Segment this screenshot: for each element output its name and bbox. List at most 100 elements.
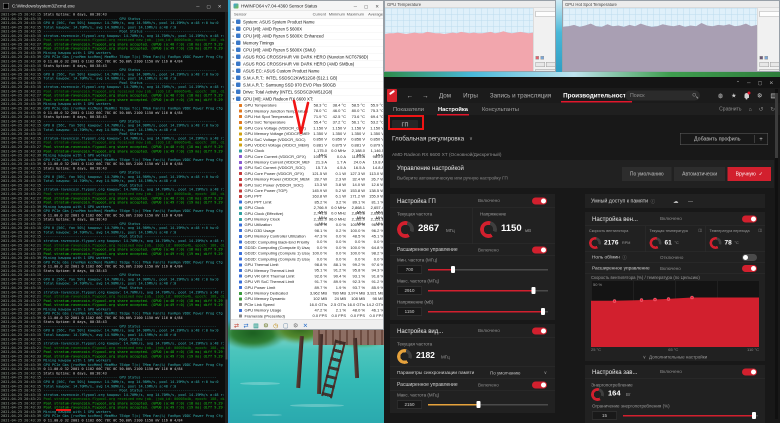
graph2-button-min[interactable] <box>760 62 770 67</box>
gpu-tuning-toggle[interactable] <box>532 197 547 204</box>
slider-thumb[interactable] <box>752 412 756 419</box>
slider-control[interactable] <box>428 287 548 295</box>
maximize-button[interactable]: ▢ <box>360 4 371 10</box>
subtab-tuning[interactable]: Настройка <box>431 104 475 115</box>
fan-curve-point[interactable] <box>653 298 657 302</box>
col-current[interactable]: Current <box>308 12 326 17</box>
col-minimum[interactable]: Minimum <box>327 12 345 17</box>
close-sensors-icon[interactable]: ✕ <box>303 322 308 328</box>
sensor-group-row[interactable]: ▾GPU [#0]: AMD Radeon RX 6600 XT: <box>231 96 384 103</box>
settings-gear-icon[interactable]: ⚙ <box>757 92 762 99</box>
slider-value-input[interactable]: 1150 <box>397 308 422 316</box>
graph2-titlebar[interactable]: GPU Hot Spot Temperature <box>563 1 780 8</box>
close-button[interactable]: ✕ <box>372 4 383 10</box>
fan-curve-point[interactable] <box>613 299 617 303</box>
scrollbar-thumb[interactable] <box>226 300 228 360</box>
report-icon[interactable]: ▢ <box>283 322 289 328</box>
tab-streaming[interactable]: Запись и трансляция <box>484 89 557 102</box>
slider-value-input[interactable]: 2910 <box>397 287 422 295</box>
maximize-button[interactable]: ▢ <box>754 81 766 87</box>
power-tuning-toggle[interactable] <box>742 368 757 375</box>
star-icon[interactable]: ★ <box>731 92 736 99</box>
grid-view-icon[interactable]: ▦ <box>253 322 259 328</box>
subtab-metrics[interactable]: Показатели <box>386 104 431 115</box>
tab-performance[interactable]: Производительность <box>557 89 636 102</box>
tuning-mode-option[interactable]: По умолчанию <box>622 167 672 181</box>
slider-value-input[interactable]: 2150 <box>397 401 422 409</box>
radeon-titlebar[interactable]: ⌃─▢✕ <box>384 77 780 88</box>
scrollbar-thumb[interactable] <box>775 93 778 158</box>
maximize-button[interactable]: ▢ <box>203 4 214 10</box>
sensor-group-row[interactable]: ▸CPU [#0]: AMD Ryzen 5 5600X (SMU) <box>231 47 384 54</box>
sensor-row[interactable]: Framerate (Presented)0.0 FPS0.0 FPS0.0 F… <box>231 313 384 319</box>
scope-dropdown[interactable]: Глобальная регулировка ∨ <box>392 135 473 142</box>
hwinfo-titlebar[interactable]: HWiNFO64 v7.04-4360 Sensor Status ─▢✕ <box>231 1 384 11</box>
slider-control[interactable] <box>428 308 548 316</box>
slider-thumb[interactable] <box>532 287 536 294</box>
close-button[interactable]: ✕ <box>214 4 225 10</box>
sync-blue-icon[interactable]: ⇄ <box>244 322 249 328</box>
notifications-bell-icon[interactable] <box>744 93 749 98</box>
sync-red-icon[interactable]: ⇄ <box>234 322 239 328</box>
legend-swatch[interactable] <box>765 56 769 60</box>
slider-value-input[interactable]: 15 <box>592 412 617 420</box>
terminal-output[interactable]: 2021-04-25 20:43:15Stats Uptime: 0 days,… <box>0 12 228 423</box>
tuning-mode-selected[interactable]: Вручную✓ <box>728 167 771 181</box>
tuning-mode-option[interactable]: Автоматически <box>674 167 725 181</box>
sensor-group-row[interactable]: ▸Memory Timings <box>231 40 384 47</box>
subtab-advisors[interactable]: Консультанты <box>475 104 526 115</box>
tab-home[interactable]: Дом <box>433 89 457 102</box>
minimize-button[interactable]: ─ <box>744 81 755 87</box>
add-profile-button[interactable]: Добавить профиль + <box>680 133 768 145</box>
terminal-titlebar[interactable]: C:\Windows\system32\cmd.exe ─▢✕ <box>0 0 228 12</box>
fan-curve-chart[interactable]: 50 % <box>591 281 759 347</box>
undo-icon[interactable]: ↺ <box>759 106 764 113</box>
sensor-group-row[interactable]: ▸ASUS ROG CROSSHAIR VIII DARK HERO (AMD … <box>231 61 384 68</box>
settings-gear-icon[interactable]: ⚙ <box>263 322 268 328</box>
legend-swatch[interactable] <box>760 56 764 60</box>
vram-advanced-toggle[interactable] <box>532 381 547 388</box>
graph2-button-close[interactable] <box>760 69 780 72</box>
search-input[interactable] <box>625 91 700 101</box>
home-icon[interactable]: ⌂ <box>748 106 751 112</box>
forward-arrow-icon[interactable]: → <box>418 92 434 100</box>
vram-timing-row[interactable]: Параметры синхронизации памяти По умолча… <box>390 367 555 379</box>
graph1-value-box[interactable] <box>536 11 556 17</box>
gpu-advanced-toggle[interactable] <box>532 246 547 253</box>
sensor-group-row[interactable]: ▸S.M.A.R.T.: INTEL SSDSC2KW512G8 (512.1 … <box>231 75 384 82</box>
close-button[interactable]: ✕ <box>766 81 777 87</box>
expand-chart-icon[interactable]: ◫ <box>758 228 762 233</box>
slider-thumb[interactable] <box>476 401 480 408</box>
terminal-scrollbar[interactable] <box>225 12 228 423</box>
sensor-group-row[interactable]: ▸Drive: Total Activity (INTEL SSDSC2KW51… <box>231 89 384 96</box>
slider-control[interactable] <box>623 412 758 420</box>
zero-rpm-toggle[interactable] <box>742 254 757 261</box>
smart-access-memory-row[interactable]: Умный доступ к памяти ⓘ ☁ — <box>585 194 765 208</box>
config-gear-icon[interactable]: ⚙ <box>293 322 298 328</box>
slider-value-input[interactable]: 700 <box>397 266 422 274</box>
vram-tuning-toggle[interactable] <box>532 327 547 334</box>
sensor-group-row[interactable]: ▸System: ASUS System Product Name <box>231 19 384 26</box>
web-icon[interactable]: ◍ <box>718 92 723 99</box>
sensor-group-row[interactable]: ▸CPU [#0]: AMD Ryzen 5 5600X: Enhanced <box>231 33 384 40</box>
legend-swatch[interactable] <box>541 56 545 60</box>
graph1-button-min[interactable] <box>536 62 546 67</box>
back-arrow-icon[interactable]: ← <box>402 92 418 100</box>
graph2-button-max[interactable] <box>770 62 780 67</box>
minimize-button[interactable]: ─ <box>193 4 203 9</box>
expand-chart-icon[interactable]: ◫ <box>698 228 702 233</box>
sensor-group-row[interactable]: ▸ASUS ROG CROSSHAIR VIII DARK HERO (Nuvo… <box>231 54 384 61</box>
graph2-value-box[interactable] <box>760 11 780 17</box>
col-sensor[interactable]: Sensor <box>234 12 247 17</box>
legend-swatch[interactable] <box>536 56 540 60</box>
sensor-group-row[interactable]: ▸CPU [#0]: AMD Ryzen 5 5600X <box>231 26 384 33</box>
slider-control[interactable] <box>428 401 548 409</box>
fan-curve-point[interactable] <box>667 297 671 301</box>
graph1-titlebar[interactable]: GPU Temperature <box>385 1 556 8</box>
radeon-scrollbar[interactable] <box>775 89 778 419</box>
compare-label[interactable]: Сравнить <box>719 107 741 113</box>
sensor-group-row[interactable]: ▸S.M.A.R.T.: Samsung SSD 970 EVO Plus 50… <box>231 82 384 89</box>
device-tab-gpu[interactable]: ГП <box>392 120 418 130</box>
more-settings-link[interactable]: ∨ Дополнительные настройки <box>585 353 765 361</box>
clock-icon[interactable]: ◷ <box>273 322 278 328</box>
